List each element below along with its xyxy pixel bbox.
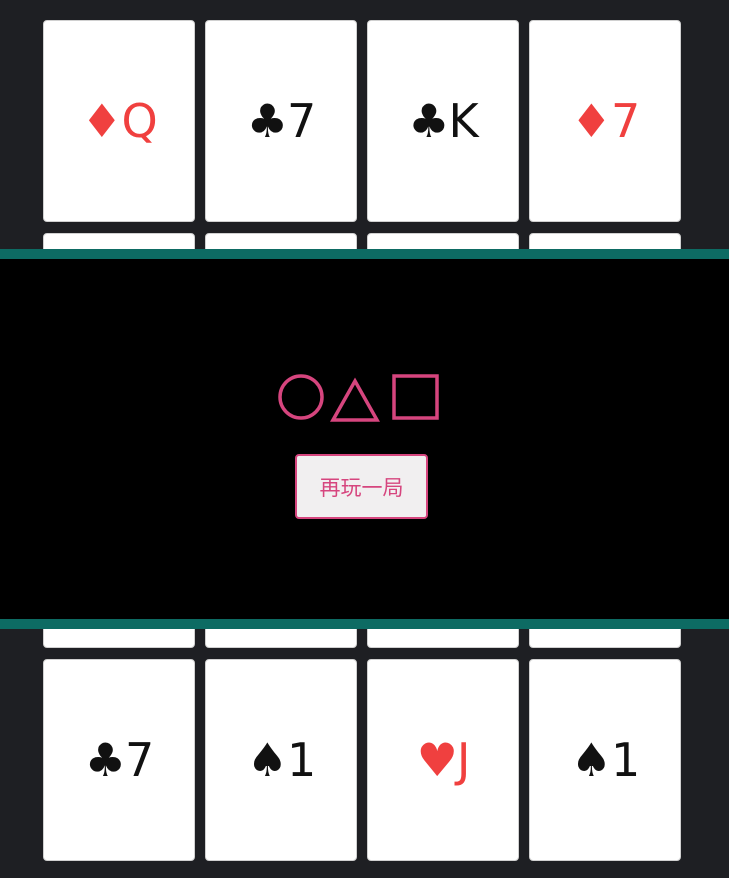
game-logo <box>278 374 439 422</box>
card[interactable]: ♥J <box>367 659 519 861</box>
play-again-button[interactable]: 再玩一局 <box>295 454 428 519</box>
card-face: ♦Q <box>81 94 157 148</box>
card-face: ♣7 <box>246 94 317 148</box>
circle-icon <box>278 374 324 420</box>
card[interactable]: ♣7 <box>43 659 195 861</box>
card[interactable]: ♠1 <box>529 659 681 861</box>
triangle-icon <box>330 377 380 422</box>
card[interactable]: ♣K <box>367 20 519 222</box>
card-face: ♠1 <box>246 733 317 787</box>
card[interactable]: ♣7 <box>205 20 357 222</box>
card-face: ♠1 <box>570 733 641 787</box>
card-face: ♥J <box>416 733 471 787</box>
card-face: ♣K <box>408 94 478 148</box>
card-face: ♦7 <box>570 94 641 148</box>
card-face: ♣7 <box>84 733 155 787</box>
card[interactable]: ♦Q <box>43 20 195 222</box>
game-over-overlay: 再玩一局 <box>0 249 729 629</box>
card[interactable]: ♠1 <box>205 659 357 861</box>
square-icon <box>392 374 439 420</box>
game-board: ♦Q ♣7 ♣K ♦7 ♣7 ♠1 ♥J ♠1 再玩一局 <box>0 0 729 878</box>
card[interactable]: ♦7 <box>529 20 681 222</box>
